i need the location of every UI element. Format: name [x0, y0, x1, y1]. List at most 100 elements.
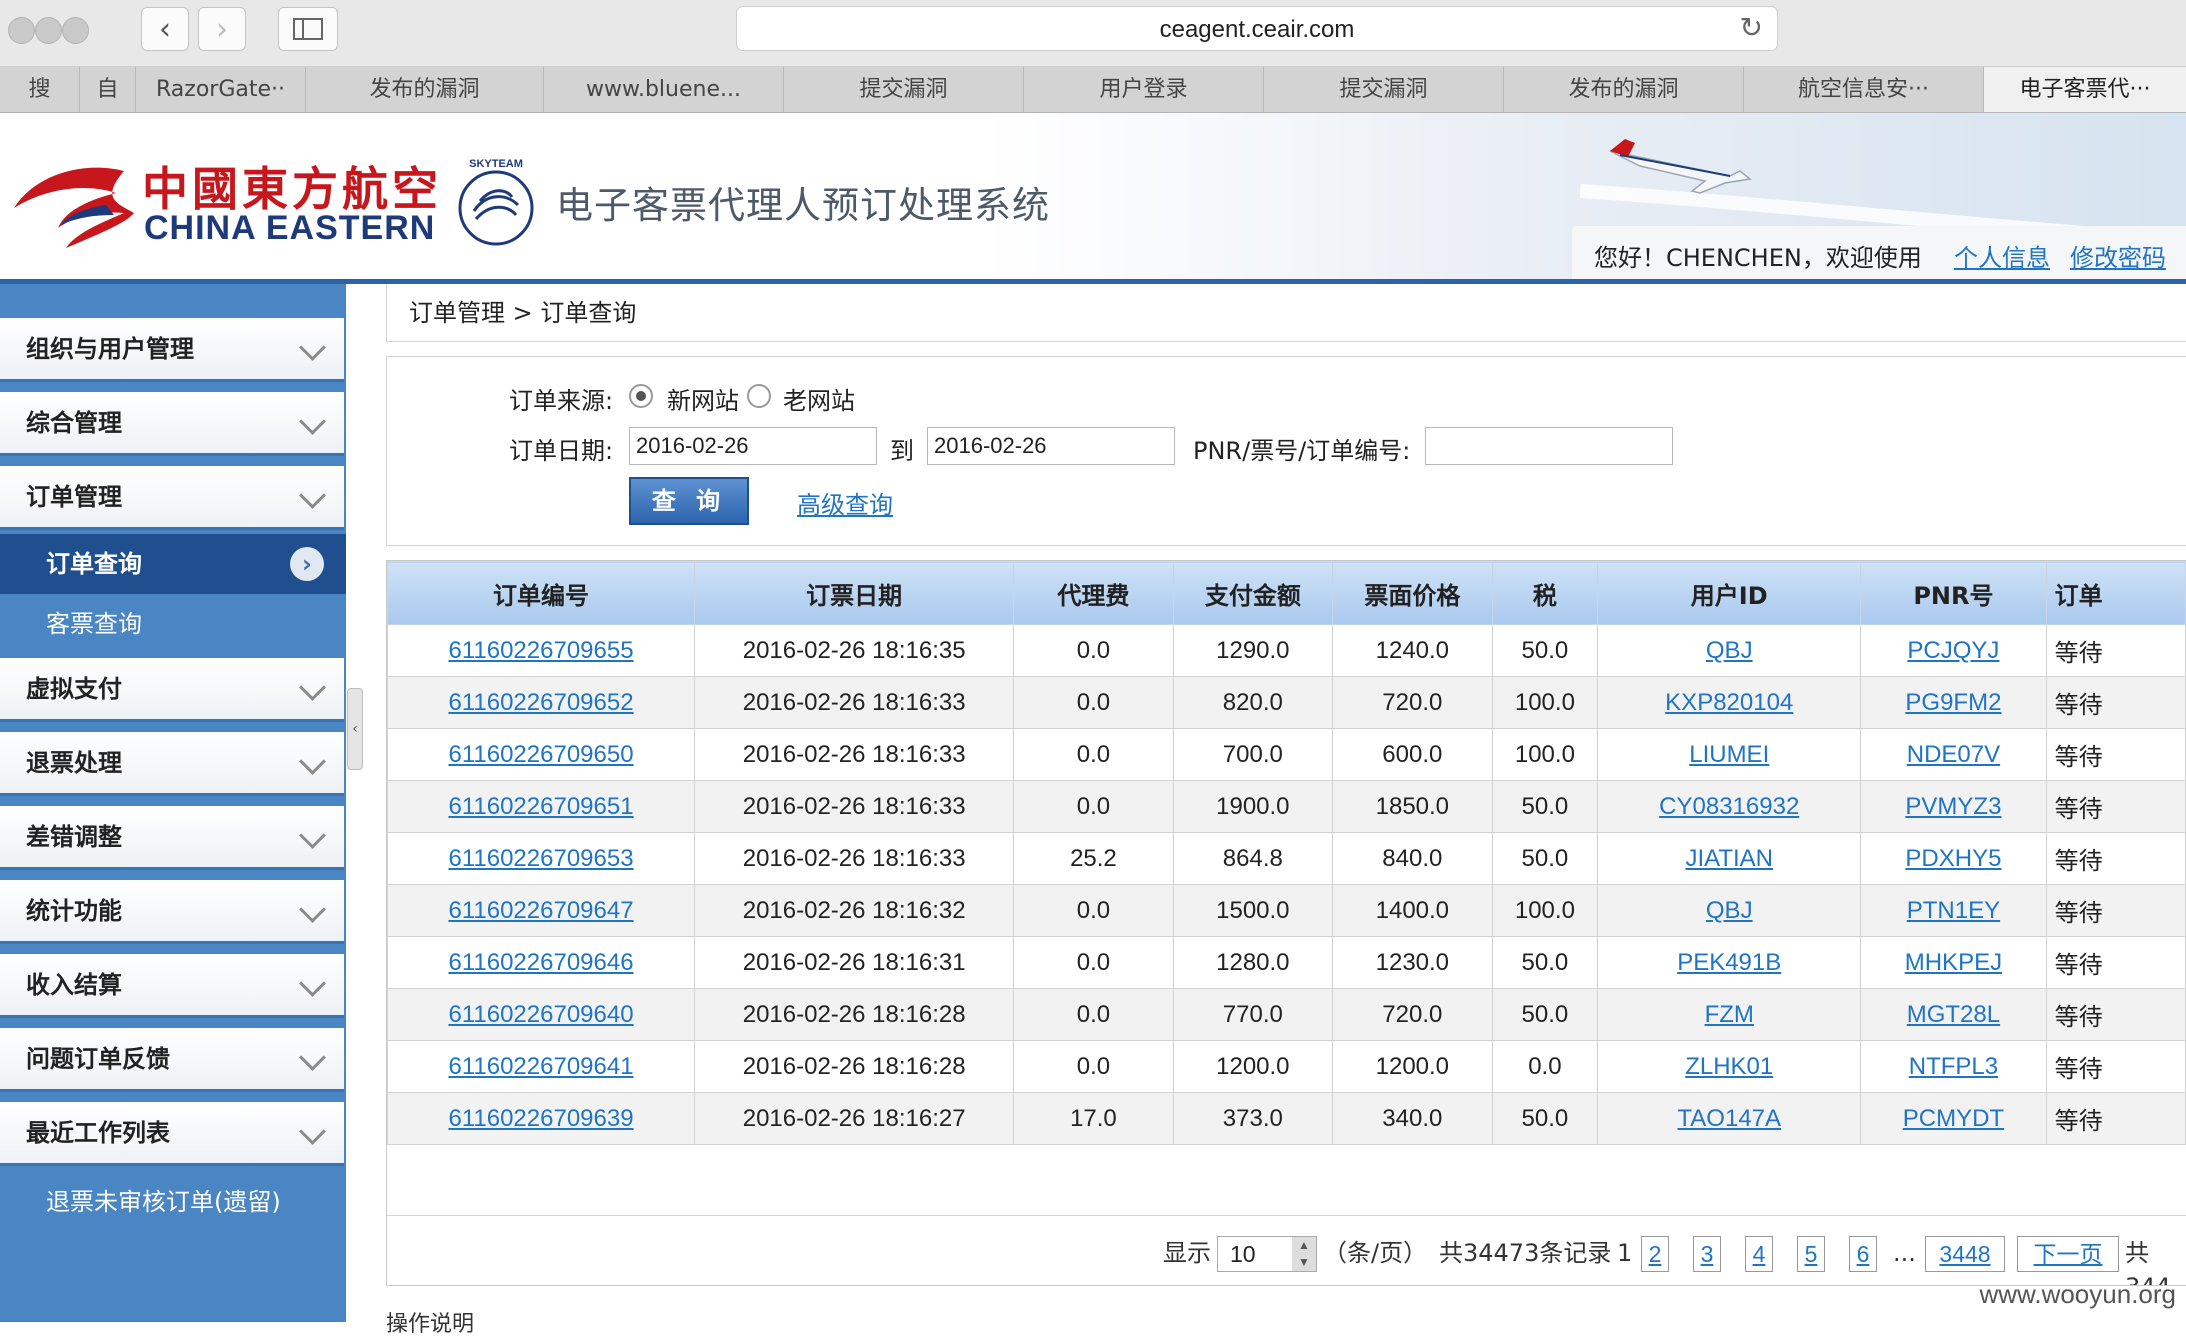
pnr-link[interactable]: NDE07V: [1907, 741, 2000, 768]
pnr-link[interactable]: MHKPEJ: [1905, 949, 2002, 976]
zoom-window-button[interactable]: [62, 17, 89, 44]
sidebar-item-refunds[interactable]: 退票处理: [0, 732, 344, 796]
tab-search[interactable]: 搜: [0, 67, 80, 112]
cell-order-id: 61160226709640: [387, 988, 696, 1041]
user-id-link[interactable]: QBJ: [1706, 897, 1753, 924]
tab-bluene[interactable]: www.bluene...: [544, 67, 784, 112]
user-id-link[interactable]: FZM: [1705, 1001, 1754, 1028]
query-button[interactable]: 查 询: [629, 477, 749, 525]
tab-self[interactable]: 自: [80, 67, 136, 112]
order-id-link[interactable]: 61160226709651: [448, 793, 633, 820]
sidebar-collapse-handle[interactable]: ‹: [347, 688, 363, 770]
page-size-select[interactable]: 10 ▲ ▼: [1217, 1236, 1317, 1272]
col-order-status[interactable]: 订单: [2045, 561, 2186, 625]
pnr-link[interactable]: PVMYZ3: [1905, 793, 2001, 820]
user-id-link[interactable]: ZLHK01: [1685, 1053, 1773, 1080]
pnr-link[interactable]: NTFPL3: [1909, 1053, 1998, 1080]
user-id-link[interactable]: LIUMEI: [1689, 741, 1769, 768]
tab-user-login[interactable]: 用户登录: [1024, 67, 1264, 112]
source-new-radio[interactable]: [629, 384, 653, 408]
sidebar-icon: [293, 18, 323, 40]
user-id-link[interactable]: PEK491B: [1677, 949, 1781, 976]
page-link-4[interactable]: 4: [1745, 1236, 1773, 1272]
sidebar-subitem-ticket-query[interactable]: 客票查询: [0, 594, 346, 654]
order-id-link[interactable]: 61160226709641: [448, 1053, 633, 1080]
order-id-link[interactable]: 61160226709655: [448, 637, 633, 664]
user-id-link[interactable]: CY08316932: [1659, 793, 1799, 820]
sidebar-recent-refund-unreviewed[interactable]: 退票未审核订单(遗留): [0, 1172, 346, 1232]
tab-submit-vuln-2[interactable]: 提交漏洞: [1264, 67, 1504, 112]
order-id-link[interactable]: 61160226709650: [448, 741, 633, 768]
sidebar-item-org-user[interactable]: 组织与用户管理: [0, 318, 344, 382]
user-id-link[interactable]: JIATIAN: [1685, 845, 1773, 872]
address-bar[interactable]: ceagent.ceair.com ↻: [736, 6, 1778, 51]
page-link-2[interactable]: 2: [1641, 1236, 1669, 1272]
date-from-input[interactable]: [629, 427, 877, 465]
to-label: 到: [890, 437, 914, 465]
change-password-link[interactable]: 修改密码: [2070, 238, 2166, 273]
sidebar-item-virtual-payment[interactable]: 虚拟支付: [0, 658, 344, 722]
sidebar-item-recent-work[interactable]: 最近工作列表: [0, 1102, 344, 1166]
cell-face-price: 720.0: [1332, 676, 1493, 729]
next-page-link[interactable]: 下一页: [2017, 1236, 2119, 1272]
col-tax[interactable]: 税: [1491, 561, 1599, 625]
order-id-link[interactable]: 61160226709653: [448, 845, 633, 872]
sidebar-toggle-button[interactable]: [278, 7, 338, 51]
tab-submit-vuln[interactable]: 提交漏洞: [784, 67, 1024, 112]
sidebar-item-orders[interactable]: 订单管理: [0, 466, 344, 530]
sidebar-item-settlement[interactable]: 收入结算: [0, 954, 344, 1018]
page-link-6[interactable]: 6: [1849, 1236, 1877, 1272]
sidebar-item-error-adjust[interactable]: 差错调整: [0, 806, 344, 870]
order-id-link[interactable]: 61160226709640: [448, 1001, 633, 1028]
user-id-link[interactable]: QBJ: [1706, 637, 1753, 664]
advanced-query-link[interactable]: 高级查询: [797, 485, 893, 520]
page-link-5[interactable]: 5: [1797, 1236, 1825, 1272]
page-link-last[interactable]: 3448: [1925, 1236, 2005, 1272]
profile-link[interactable]: 个人信息: [1954, 238, 2050, 273]
col-user-id[interactable]: 用户ID: [1597, 561, 1862, 625]
table-row: 61160226709646 2016-02-26 18:16:31 0.0 1280…: [387, 936, 2186, 989]
order-id-link[interactable]: 61160226709652: [448, 689, 633, 716]
col-agent-fee[interactable]: 代理费: [1013, 561, 1174, 625]
col-order-id[interactable]: 订单编号: [387, 561, 696, 625]
order-id-link[interactable]: 61160226709639: [448, 1105, 633, 1132]
pnr-link[interactable]: MGT28L: [1907, 1001, 2000, 1028]
date-to-input[interactable]: [927, 427, 1175, 465]
user-id-link[interactable]: TAO147A: [1677, 1105, 1781, 1132]
tab-razorgate[interactable]: RazorGate··: [136, 67, 306, 112]
sidebar-item-statistics[interactable]: 统计功能: [0, 880, 344, 944]
forward-button[interactable]: ›: [198, 7, 246, 51]
sidebar-item-problem-feedback[interactable]: 问题订单反馈: [0, 1028, 344, 1092]
close-window-button[interactable]: [8, 17, 35, 44]
minimize-window-button[interactable]: [35, 17, 62, 44]
sidebar-subitem-order-query[interactable]: 订单查询 ›: [0, 534, 346, 594]
col-payment[interactable]: 支付金额: [1172, 561, 1334, 625]
order-id-link[interactable]: 61160226709646: [448, 949, 633, 976]
pnr-link[interactable]: PCMYDT: [1903, 1105, 2004, 1132]
order-id-link[interactable]: 61160226709647: [448, 897, 633, 924]
tab-published-vulns-2[interactable]: 发布的漏洞: [1504, 67, 1744, 112]
pnr-link[interactable]: PCJQYJ: [1907, 637, 1999, 664]
tab-published-vulns[interactable]: 发布的漏洞: [306, 67, 544, 112]
tab-eticket-agent[interactable]: 电子客票代···: [1984, 67, 2186, 112]
cell-order-status: 等待: [2045, 988, 2186, 1041]
tab-aviation-security[interactable]: 航空信息安···: [1744, 67, 1984, 112]
back-button[interactable]: ‹: [141, 7, 189, 51]
cell-order-id: 61160226709646: [387, 936, 696, 989]
pnr-link[interactable]: PG9FM2: [1905, 689, 2001, 716]
chevron-down-icon: [299, 822, 326, 849]
pnr-input[interactable]: [1425, 427, 1673, 465]
col-face-price[interactable]: 票面价格: [1332, 561, 1493, 625]
pnr-link[interactable]: PDXHY5: [1905, 845, 2001, 872]
source-old-label: 老网站: [783, 387, 855, 415]
user-id-link[interactable]: KXP820104: [1665, 689, 1793, 716]
pnr-link[interactable]: PTN1EY: [1907, 897, 2000, 924]
col-pnr[interactable]: PNR号: [1860, 561, 2047, 625]
sidebar-item-general[interactable]: 综合管理: [0, 392, 344, 456]
cell-order-status: 等待: [2045, 780, 2186, 833]
reload-icon[interactable]: ↻: [1740, 11, 1763, 44]
source-old-radio[interactable]: [747, 384, 771, 408]
page-link-3[interactable]: 3: [1693, 1236, 1721, 1272]
cell-face-price: 840.0: [1332, 832, 1493, 885]
col-order-date[interactable]: 订票日期: [694, 561, 1015, 625]
